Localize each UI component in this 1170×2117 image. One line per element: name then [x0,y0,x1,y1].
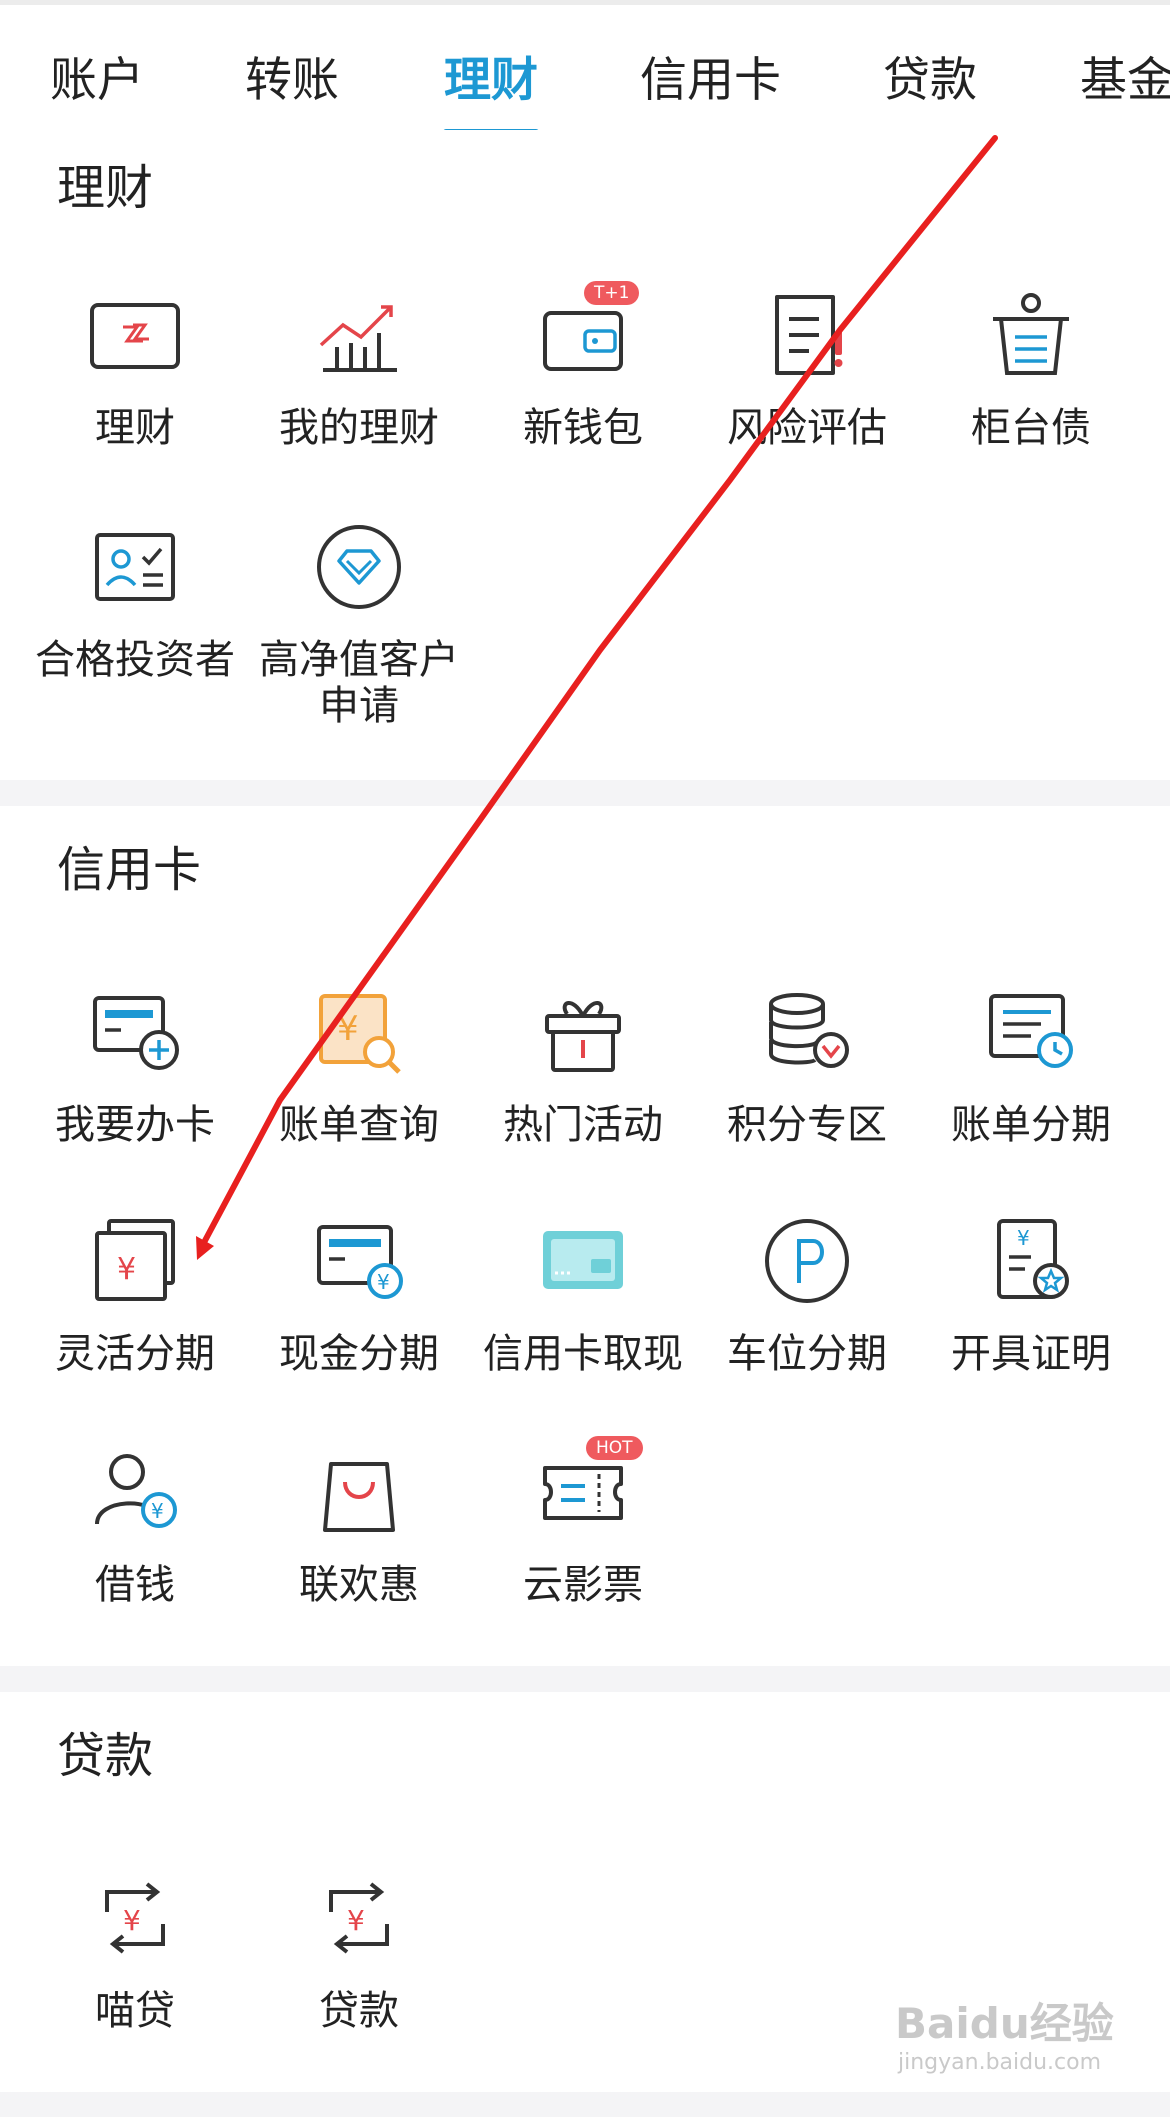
svg-text:¥: ¥ [1017,1226,1030,1250]
item-label: 我要办卡 [55,1102,215,1148]
item-label: 喵贷 [95,1988,175,2034]
tab-credit-card[interactable]: 信用卡 [640,41,781,110]
tab-wealth[interactable]: 理财 [444,41,538,110]
svg-text:¥: ¥ [123,1904,141,1937]
section-credit-card: 信用卡 我要办卡 ¥ 账单查询 热门活动 积分专区 账单分期 ¥ 灵活分期 ¥ … [0,806,1170,1666]
svg-text:¥: ¥ [377,1270,390,1294]
grid-item-issue-certificate[interactable]: ¥ 开具证明 [919,1211,1143,1377]
shopping-bag-icon [323,1462,395,1532]
item-label: 理财 [95,405,175,451]
grid-item-miao-loan[interactable]: ¥ 喵贷 [23,1868,247,2034]
certificate-star-icon: ¥ [997,1219,1069,1299]
grid-item-cash-installment[interactable]: ¥ 现金分期 [247,1211,471,1377]
grid-item-high-net-worth[interactable]: 高净值客户申请 [247,517,471,729]
grid-item-counter-bond[interactable]: 柜台债 [919,285,1143,451]
item-label: 借钱 [95,1562,175,1608]
grid-item-new-wallet[interactable]: T+1 新钱包 [471,281,695,451]
grid-item-qualified-investor[interactable]: 合格投资者 [23,517,247,683]
teal-card-icon [543,1231,623,1289]
grid-item-bill-installment[interactable]: 账单分期 [919,982,1143,1148]
grid-item-borrow-money[interactable]: ¥ 借钱 [23,1442,247,1608]
t1-badge: T+1 [584,281,640,305]
svg-text:¥: ¥ [347,1904,365,1937]
bill-search-icon: ¥ [319,994,401,1074]
tab-account[interactable]: 账户 [50,41,144,110]
grid-item-hot-activity[interactable]: 热门活动 [471,982,695,1148]
grid-item-card-cash-out[interactable]: 信用卡取现 [471,1211,695,1377]
item-label: 合格投资者 [35,637,235,683]
item-label: 贷款 [319,1988,399,2034]
section-wealth: 理财 理财 我的理财 T+1 新钱包 风险评估 柜台债 合格投资者 高净值客户申… [0,130,1170,780]
card-yuan-icon: ¥ [317,1225,403,1299]
watermark-logo: Baidu经验 [895,1999,1114,2048]
grid-item-parking-installment[interactable]: 车位分期 [695,1211,919,1377]
grid-item-points-zone[interactable]: 积分专区 [695,982,919,1148]
section-title: 贷款 [57,1728,154,1784]
grid-item-apply-card[interactable]: 我要办卡 [23,982,247,1148]
card-add-icon [93,996,179,1070]
item-label: 风险评估 [727,405,887,451]
grid-item-loan[interactable]: ¥ 贷款 [247,1868,471,2034]
gift-box-icon [545,1001,621,1072]
tab-transfer[interactable]: 转账 [245,41,339,110]
yuan-exchange-icon: ¥ [329,1882,389,1954]
grid-item-flexible-installment[interactable]: ¥ 灵活分期 [23,1211,247,1377]
yuan-exchange-icon: ¥ [105,1882,165,1954]
bill-clock-icon [989,994,1073,1068]
parking-icon [765,1219,849,1303]
diamond-icon [317,525,401,609]
tab-bar: 账户 转账 理财 信用卡 贷款 基金 [0,5,1170,136]
item-label: 灵活分期 [55,1331,215,1377]
item-label: 车位分期 [727,1331,887,1377]
tab-loan[interactable]: 贷款 [883,41,977,110]
item-label: 积分专区 [727,1102,887,1148]
id-card-check-icon [95,533,175,601]
item-label: 账单查询 [279,1102,439,1148]
coin-stack-icon [769,993,849,1068]
hot-badge: HOT [586,1436,643,1460]
svg-text:¥: ¥ [117,1252,136,1287]
wealth-chart-icon [90,303,180,369]
grid-item-risk-assessment[interactable]: 风险评估 [695,285,919,451]
item-label: 柜台债 [971,405,1091,451]
svg-text:¥: ¥ [337,1009,359,1049]
grid-item-lianhuanhui[interactable]: 联欢惠 [247,1442,471,1608]
item-label: 热门活动 [503,1102,663,1148]
counter-basket-icon [993,293,1069,375]
item-label: 新钱包 [523,405,643,451]
stacked-card-yuan-icon: ¥ [95,1219,175,1301]
item-label: 现金分期 [279,1331,439,1377]
item-label: 开具证明 [951,1331,1111,1377]
grid-item-my-wealth[interactable]: 我的理财 [247,285,471,451]
item-label: 我的理财 [279,405,439,451]
person-yuan-icon: ¥ [95,1454,177,1528]
watermark-url: jingyan.baidu.com [898,2050,1102,2075]
item-label: 云影票 [523,1562,643,1608]
item-label: 高净值客户申请 [259,637,459,729]
svg-text:¥: ¥ [151,1499,164,1523]
document-alert-icon [775,295,843,375]
tab-fund[interactable]: 基金 [1080,41,1170,110]
item-label: 信用卡取现 [483,1331,683,1377]
grid-item-bill-query[interactable]: ¥ 账单查询 [247,982,471,1148]
item-label: 账单分期 [951,1102,1111,1148]
grid-item-movie-ticket[interactable]: HOT 云影票 [471,1436,695,1608]
section-title: 信用卡 [57,842,202,898]
bar-trend-icon [319,305,397,372]
grid-item-licai[interactable]: 理财 [23,285,247,451]
section-title: 理财 [57,160,154,216]
item-label: 联欢惠 [299,1562,419,1608]
